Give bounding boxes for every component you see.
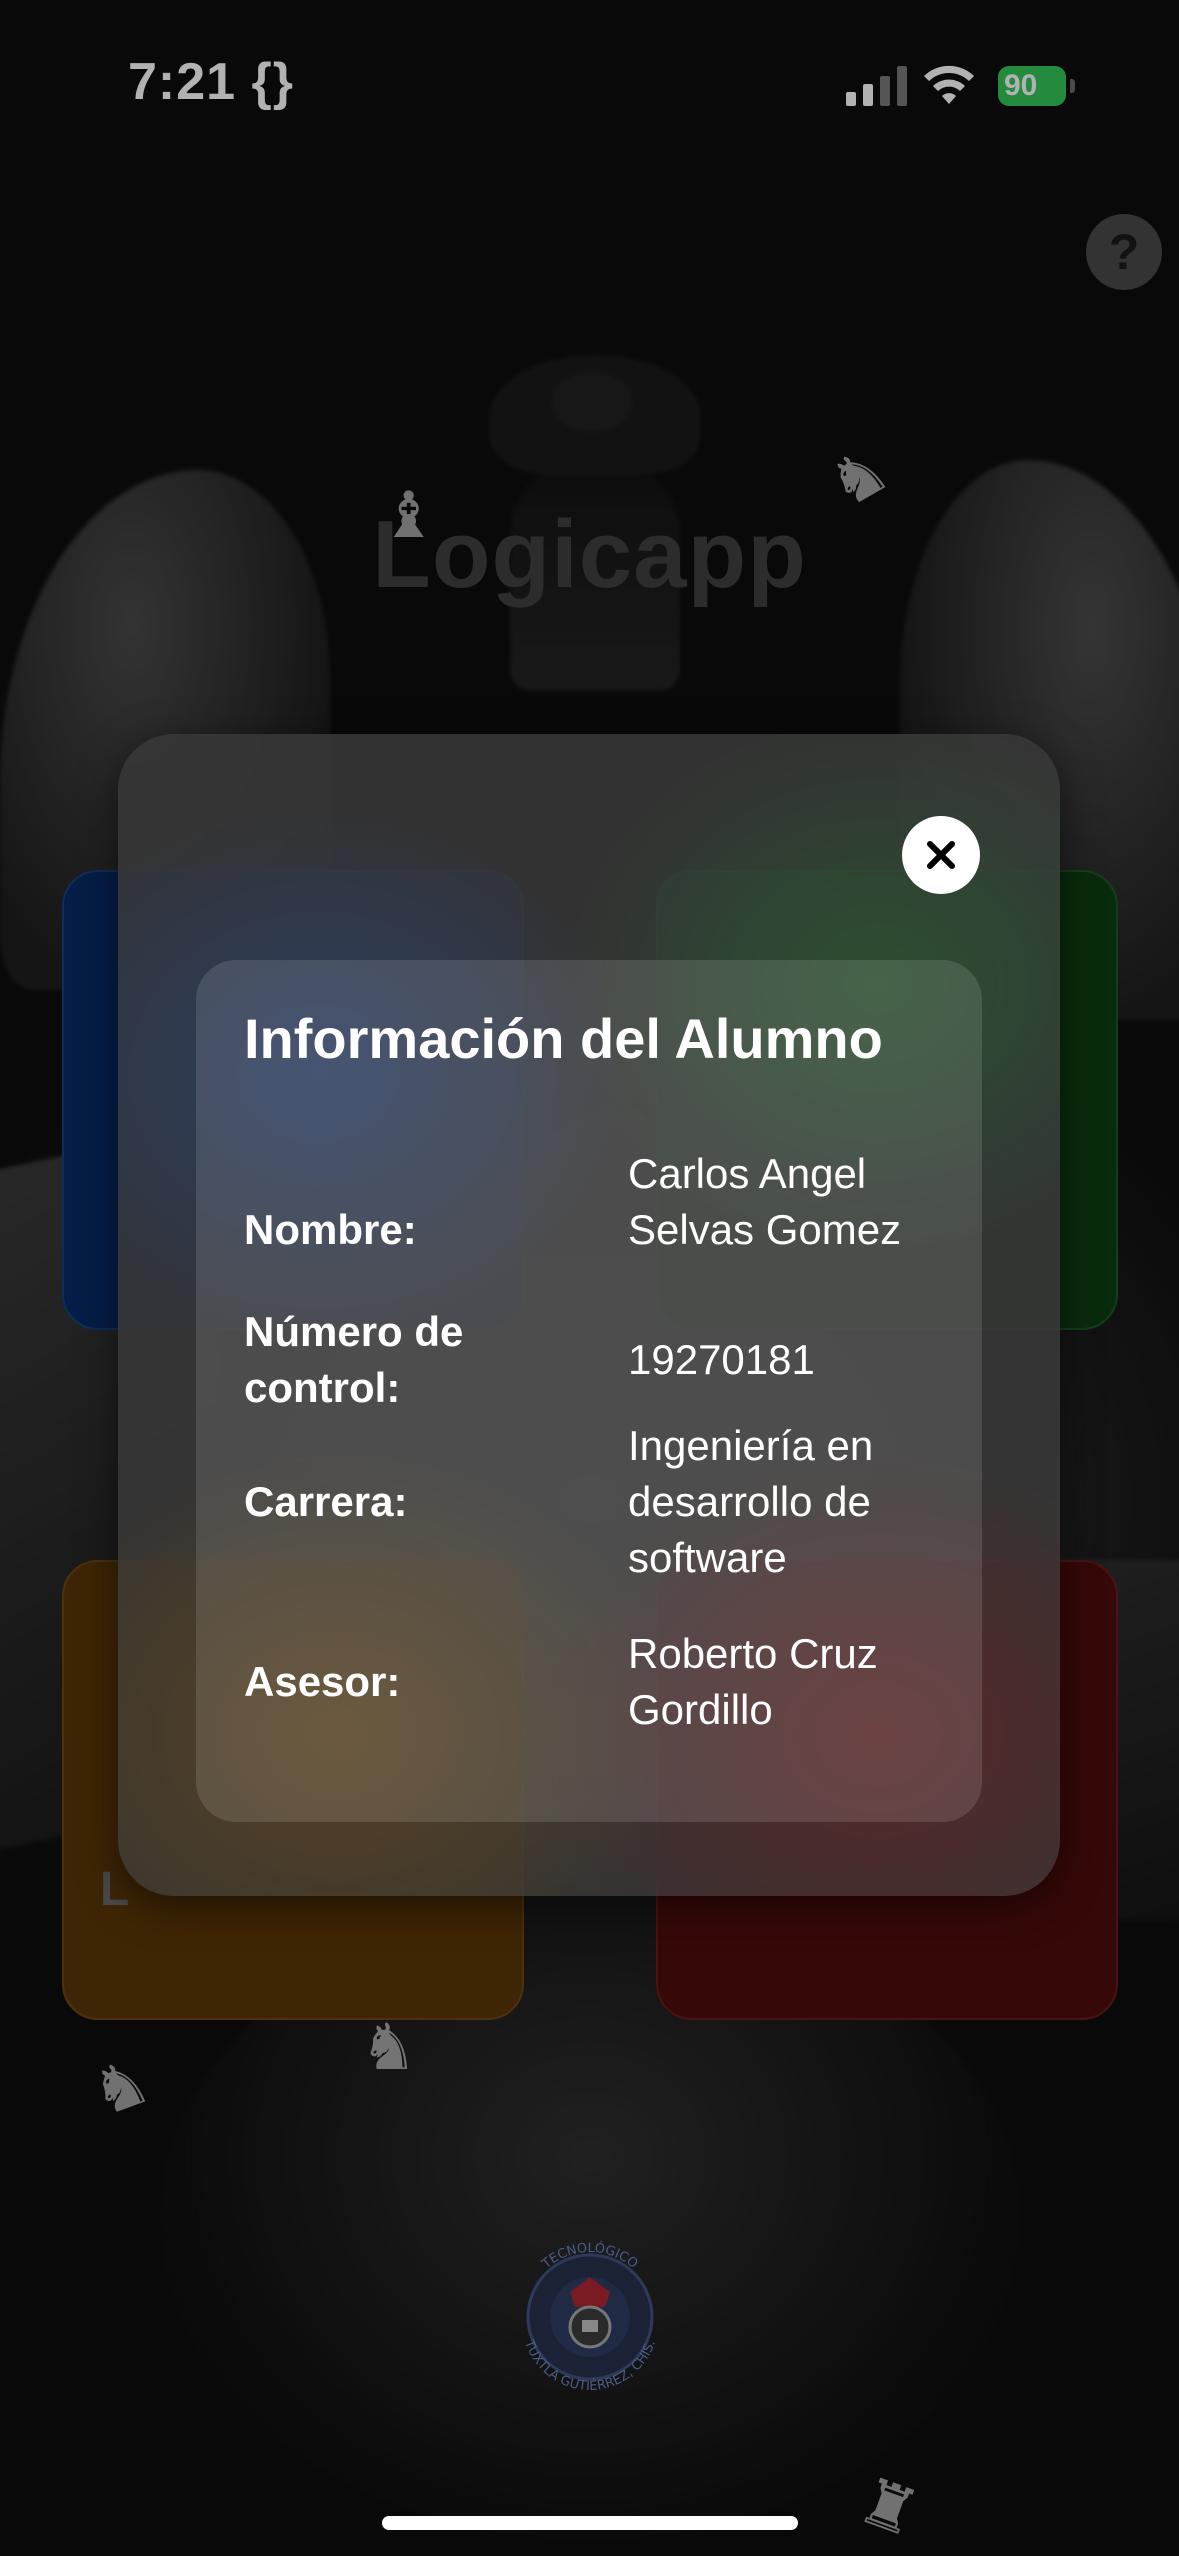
student-info-modal: Información del Alumno Nombre: Carlos An… bbox=[118, 734, 1060, 1896]
field-value-carrera: Ingeniería en desarrollo de software bbox=[628, 1422, 874, 1581]
field-label-numero-control: Número de control: bbox=[244, 1308, 464, 1411]
tecnologico-logo: TECNOLÓGICO TUXTLA GUTIÉRREZ, CHIS. bbox=[521, 2240, 659, 2394]
field-value-asesor: Roberto Cruz Gordillo bbox=[628, 1630, 878, 1733]
modal-title: Información del Alumno bbox=[244, 1007, 883, 1070]
field-label-nombre: Nombre: bbox=[244, 1206, 417, 1253]
field-value-nombre: Carlos Angel Selvas Gomez bbox=[628, 1150, 902, 1253]
home-indicator[interactable] bbox=[382, 2516, 798, 2530]
close-icon bbox=[927, 841, 955, 869]
field-value-numero-control: 19270181 bbox=[628, 1336, 815, 1383]
field-label-asesor: Asesor: bbox=[244, 1658, 401, 1705]
field-label-carrera: Carrera: bbox=[244, 1478, 408, 1525]
close-button[interactable] bbox=[902, 816, 980, 894]
student-info-card: Información del Alumno Nombre: Carlos An… bbox=[196, 960, 982, 1822]
